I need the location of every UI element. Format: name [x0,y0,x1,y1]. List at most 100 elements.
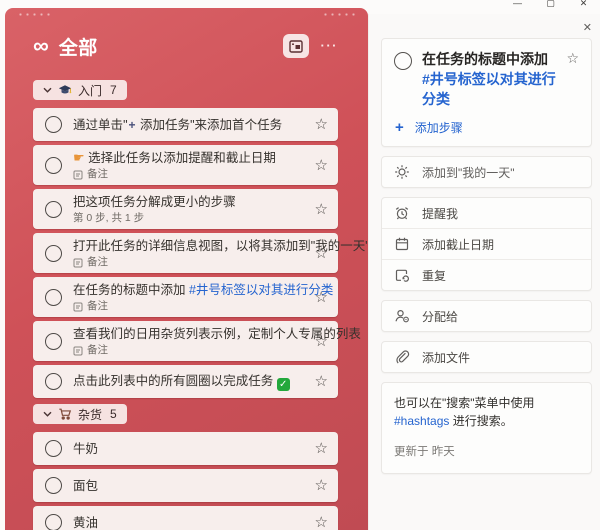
schedule-card: 提醒我 添加截止日期 重复 [381,197,592,291]
note-icon [73,346,83,356]
task-list-panel: ∞ 全部 ··· [5,8,368,530]
chevron-down-icon [43,411,52,417]
remind-me-label: 提醒我 [422,205,458,222]
task-star-icon[interactable]: ☆ [315,334,328,349]
task-checkbox[interactable] [45,514,62,530]
sun-icon [394,164,410,180]
task-subtext: 备注 [73,344,307,357]
task-row[interactable]: 把这项任务分解成更小的步骤 第 0 步, 共 1 步 ☆ [33,189,338,229]
file-card: 添加文件 [381,341,592,373]
task-row[interactable]: 打开此任务的详细信息视图，以将其添加到"我的一天" ☀ 备注 ☆ [33,233,338,273]
task-title: 点击此列表中的所有圆圈以完成任务 ✓ [73,374,290,388]
list-header: ∞ 全部 ··· [33,32,338,60]
task-star-icon[interactable]: ☆ [315,441,328,456]
detail-view-icon [289,40,303,53]
note-icon [73,258,83,268]
paperclip-icon [394,349,410,365]
task-star-icon[interactable]: ☆ [315,117,328,132]
task-title: 牛奶 [73,442,98,456]
more-options-button[interactable]: ··· [321,41,339,51]
task-row[interactable]: 点击此列表中的所有圆圈以完成任务 ✓ ☆ [33,365,338,398]
updated-timestamp: 更新于 昨天 [394,444,579,461]
task-star-icon[interactable]: ☆ [315,478,328,493]
detail-task-checkbox[interactable] [394,52,412,70]
task-star-icon[interactable]: ☆ [315,202,328,217]
task-star-icon[interactable]: ☆ [315,158,328,173]
repeat-icon [394,267,410,283]
section-header-pill[interactable]: 杂货 5 [33,404,127,424]
close-icon[interactable]: ✕ [567,0,600,9]
calendar-icon [394,236,410,252]
detail-task-hashtag[interactable]: #井号标签以对其进行分类 [422,71,556,107]
task-row[interactable]: 黄油 ☆ [33,506,338,530]
note-text: 也可以在"搜索"菜单中使用 #hashtags 进行搜索。 [394,394,579,430]
section-count: 5 [110,407,117,421]
section-header-pill[interactable]: 入门 7 [33,80,127,100]
alarm-clock-icon [394,205,410,221]
section-name: 入门 [78,82,102,99]
maximize-icon[interactable]: ▢ [534,0,567,9]
task-star-icon[interactable]: ☆ [315,374,328,389]
task-hashtag[interactable]: #井号标签以对其进行分类 [189,283,333,297]
task-star-icon[interactable]: ☆ [315,515,328,530]
task-row[interactable]: ☛ 选择此任务以添加提醒和截止日期 备注 ☆ [33,145,338,185]
detail-star-icon[interactable]: ☆ [566,49,579,67]
task-checkbox[interactable] [45,333,62,350]
section-header-row: 杂货 5 [33,404,338,424]
add-file-button[interactable]: 添加文件 [382,342,591,372]
task-checkbox[interactable] [45,116,62,133]
task-row[interactable]: 牛奶 ☆ [33,432,338,465]
task-list: 入门 7 通过单击"+ 添加任务"来添加首个任务 ☆ ☛ 选择此任务以添加提醒和… [33,80,338,530]
remind-me-button[interactable]: 提醒我 [382,198,591,228]
task-row[interactable]: 在任务的标题中添加 #井号标签以对其进行分类 备注 ☆ [33,277,338,317]
task-row[interactable]: 面包 ☆ [33,469,338,502]
assign-card: 分配给 [381,300,592,332]
task-title: 通过单击"+ 添加任务"来添加首个任务 [73,118,282,132]
note-icon [73,302,83,312]
infinity-icon: ∞ [33,35,49,57]
minimize-icon[interactable]: — [501,0,534,9]
task-star-icon[interactable]: ☆ [315,246,328,261]
task-subtext: 备注 [73,300,307,313]
window-titlebar: — ▢ ✕ [0,0,600,14]
task-title: 面包 [73,479,98,493]
point-right-emoji: ☛ [73,151,85,165]
assign-to-button[interactable]: 分配给 [382,301,591,331]
plus-icon: + [395,121,404,135]
add-due-date-button[interactable]: 添加截止日期 [382,228,591,259]
graduation-cap-emoji [58,84,72,97]
task-checkbox[interactable] [45,373,62,390]
task-subtext: 第 0 步, 共 1 步 [73,212,307,225]
detail-close-icon[interactable]: ✕ [572,20,592,38]
task-row[interactable]: 通过单击"+ 添加任务"来添加首个任务 ☆ [33,108,338,141]
task-title: ☛ 选择此任务以添加提醒和截止日期 [73,151,276,165]
assign-to-label: 分配给 [422,308,458,325]
note-hashtag-link[interactable]: #hashtags [394,414,449,428]
task-checkbox[interactable] [45,157,62,174]
task-row[interactable]: 查看我们的日用杂货列表示例，定制个人专属的列表 备注 ☆ [33,321,338,361]
task-checkbox[interactable] [45,289,62,306]
repeat-label: 重复 [422,267,446,284]
note-card[interactable]: 也可以在"搜索"菜单中使用 #hashtags 进行搜索。 更新于 昨天 [381,382,592,474]
task-subtext: 备注 [73,256,307,269]
task-checkbox[interactable] [45,477,62,494]
add-to-my-day-button[interactable]: 添加到"我的一天" [382,157,591,187]
add-due-date-label: 添加截止日期 [422,236,494,253]
task-star-icon[interactable]: ☆ [315,290,328,305]
section-count: 7 [110,83,117,97]
task-title: 在任务的标题中添加 #井号标签以对其进行分类 [73,283,333,297]
section-name: 杂货 [78,406,102,423]
task-checkbox[interactable] [45,201,62,218]
note-icon [73,170,83,180]
add-step-button[interactable]: + 添加步骤 [395,119,579,136]
add-step-label: 添加步骤 [415,119,463,136]
view-toggle-button[interactable] [283,34,309,58]
task-title: 黄油 [73,516,98,530]
task-title: 把这项任务分解成更小的步骤 [73,195,236,209]
task-subtext: 备注 [73,168,307,181]
detail-title-card: 在任务的标题中添加 #井号标签以对其进行分类 ☆ + 添加步骤 [381,38,592,147]
task-checkbox[interactable] [45,245,62,262]
add-to-my-day-label: 添加到"我的一天" [422,164,515,181]
repeat-button[interactable]: 重复 [382,259,591,290]
task-checkbox[interactable] [45,440,62,457]
